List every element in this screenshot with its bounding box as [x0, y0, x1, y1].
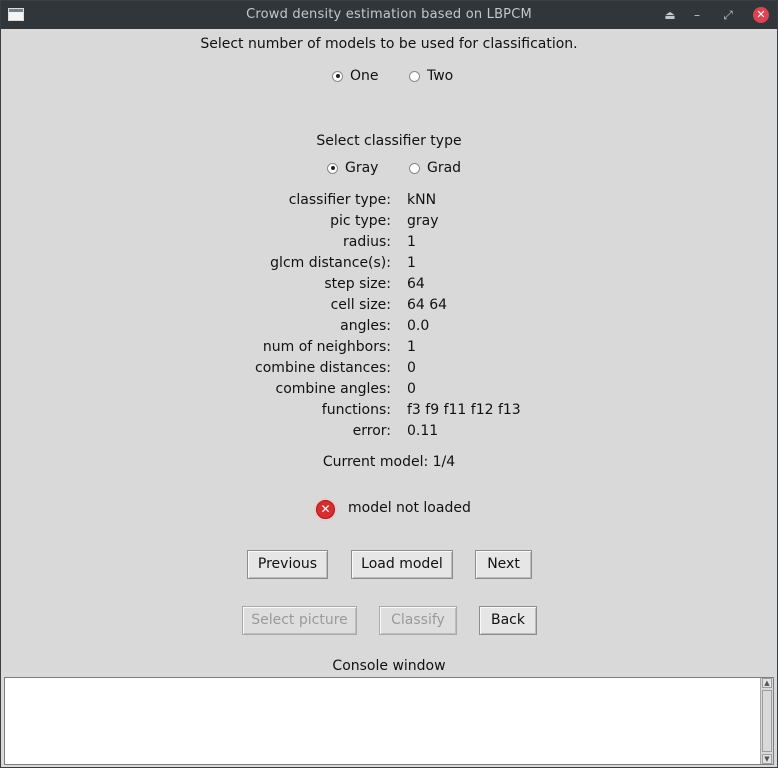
param-row-step-size: step size: 64 — [1, 276, 777, 297]
param-key: pic type: — [330, 213, 391, 229]
param-key: radius: — [343, 234, 391, 250]
param-value: f3 f9 f11 f12 f13 — [407, 402, 521, 418]
select-picture-button[interactable]: Select picture — [242, 606, 357, 635]
param-value: 0 — [407, 381, 416, 397]
classifier-prompt: Select classifier type — [316, 133, 462, 149]
radio-two-label: Two — [427, 68, 454, 84]
param-value: 0 — [407, 360, 416, 376]
minimize-icon[interactable]: – — [689, 7, 705, 23]
app-window: Crowd density estimation based on LBPCM … — [0, 0, 778, 768]
param-key: glcm distance(s): — [270, 255, 391, 271]
radio-two[interactable]: Two — [409, 68, 453, 84]
shade-icon[interactable]: ⏏ — [662, 7, 678, 23]
param-key: cell size: — [330, 297, 391, 313]
param-row-combine-angles: combine angles: 0 — [1, 381, 777, 402]
param-key: combine distances: — [255, 360, 391, 376]
window-title: Crowd density estimation based on LBPCM — [246, 7, 532, 22]
console-textarea[interactable]: ▲ ▼ — [4, 677, 774, 765]
close-icon[interactable]: ✕ — [753, 7, 769, 23]
radio-grad-indicator[interactable] — [409, 162, 420, 174]
load-model-button[interactable]: Load model — [351, 550, 453, 579]
radio-gray[interactable]: Gray — [327, 160, 378, 176]
main-content: Select number of models to be used for c… — [1, 29, 777, 767]
next-button[interactable]: Next — [475, 550, 532, 579]
radio-gray-label: Gray — [345, 160, 379, 176]
param-value: 1 — [407, 234, 416, 250]
param-row-error: error: 0.11 — [1, 423, 777, 444]
radio-grad[interactable]: Grad — [409, 160, 461, 176]
radio-one-label: One — [350, 68, 379, 84]
param-key: step size: — [324, 276, 391, 292]
param-row-glcm-distances: glcm distance(s): 1 — [1, 255, 777, 276]
previous-button[interactable]: Previous — [247, 550, 328, 579]
scroll-up-icon[interactable]: ▲ — [762, 678, 772, 688]
param-key: angles: — [340, 318, 391, 334]
console-text[interactable] — [5, 678, 773, 682]
param-row-pic-type: pic type: gray — [1, 213, 777, 234]
param-key: combine angles: — [275, 381, 391, 397]
param-row-classifier-type: classifier type: kNN — [1, 192, 777, 213]
param-value: 0.0 — [407, 318, 430, 334]
radio-two-indicator[interactable] — [409, 70, 420, 82]
classify-button[interactable]: Classify — [379, 606, 457, 635]
param-key: classifier type: — [288, 192, 391, 208]
param-row-angles: angles: 0.0 — [1, 318, 777, 339]
param-value: 64 — [407, 276, 425, 292]
radio-one[interactable]: One — [332, 68, 379, 84]
param-key: error: — [352, 423, 391, 439]
console-label: Console window — [332, 658, 446, 674]
param-row-functions: functions: f3 f9 f11 f12 f13 — [1, 402, 777, 423]
radio-gray-indicator[interactable] — [327, 162, 338, 174]
maximize-icon[interactable]: ⤢ — [720, 7, 736, 23]
scroll-thumb[interactable] — [762, 690, 772, 752]
radio-grad-label: Grad — [427, 160, 462, 176]
param-key: num of neighbors: — [262, 339, 391, 355]
param-value: 1 — [407, 339, 416, 355]
current-model-label: Current model: 1/4 — [322, 454, 456, 470]
param-key: functions: — [321, 402, 391, 418]
title-bar[interactable]: Crowd density estimation based on LBPCM … — [1, 1, 777, 29]
param-row-combine-distances: combine distances: 0 — [1, 360, 777, 381]
radio-one-indicator[interactable] — [332, 70, 343, 82]
console-scrollbar[interactable]: ▲ ▼ — [760, 678, 773, 764]
scroll-down-icon[interactable]: ▼ — [762, 754, 772, 764]
error-icon: ✕ — [316, 500, 335, 519]
param-value: 64 64 — [407, 297, 448, 313]
back-button[interactable]: Back — [479, 606, 537, 635]
model-status-text: model not loaded — [348, 500, 471, 516]
param-value: kNN — [407, 192, 437, 208]
param-row-num-neighbors: num of neighbors: 1 — [1, 339, 777, 360]
param-value: gray — [407, 213, 439, 229]
param-row-radius: radius: 1 — [1, 234, 777, 255]
param-value: 0.11 — [407, 423, 439, 439]
models-prompt: Select number of models to be used for c… — [200, 36, 578, 52]
param-value: 1 — [407, 255, 416, 271]
param-row-cell-size: cell size: 64 64 — [1, 297, 777, 318]
